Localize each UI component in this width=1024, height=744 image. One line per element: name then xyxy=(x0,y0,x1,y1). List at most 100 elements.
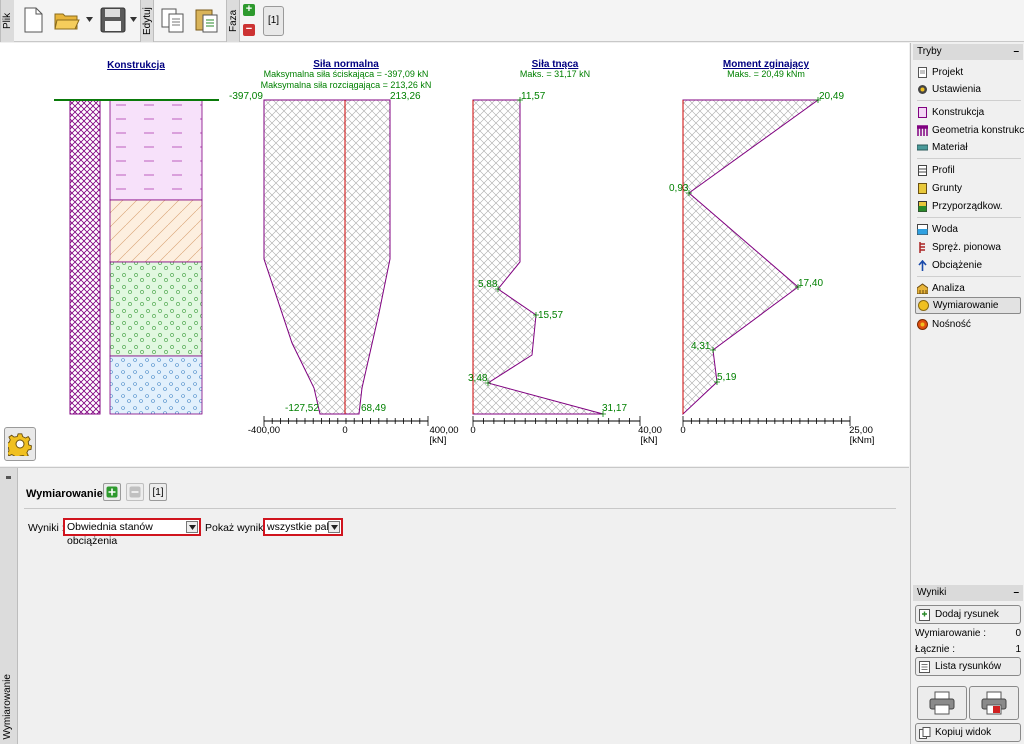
load-arrow-icon xyxy=(918,260,927,271)
dimensioning-tab-1[interactable]: [1] xyxy=(149,483,167,501)
print-pdf-button[interactable] xyxy=(969,686,1019,720)
show-results-select[interactable]: wszystkie pale xyxy=(263,518,343,536)
dimensioning-panel: Wymiarowanie Wymiarowanie : [1] Wyniki :… xyxy=(0,467,909,744)
normal-bottom-left-value: -127,52 xyxy=(285,403,319,414)
edit-menu-tab[interactable]: Edytuj xyxy=(140,0,154,42)
mode-label: Obciążenie xyxy=(932,260,983,271)
soil-layer-4 xyxy=(109,355,203,415)
moment-value-3: 17,40 xyxy=(798,278,823,289)
shear-value-5: 31,17 xyxy=(602,403,627,414)
mode-load[interactable]: Obciążenie xyxy=(917,257,1021,274)
mode-material[interactable]: Materiał xyxy=(917,139,1021,156)
remove-dimensioning-button[interactable] xyxy=(126,483,144,501)
material-icon xyxy=(917,144,928,151)
print-button[interactable] xyxy=(917,686,967,720)
mode-settings[interactable]: Ustawienia xyxy=(917,81,1021,98)
mode-project[interactable]: Projekt xyxy=(917,64,1021,81)
floppy-disk-icon xyxy=(100,7,126,33)
moment-value-5: 5,19 xyxy=(717,372,737,383)
normal-axis-min-label: -400,00 xyxy=(248,425,280,436)
add-dimensioning-button[interactable] xyxy=(103,483,121,501)
dimensioning-icon xyxy=(918,300,929,311)
bending-moment-axis xyxy=(682,416,851,426)
shear-value-3: 15,57 xyxy=(538,310,563,321)
normal-top-left-value: -397,09 xyxy=(229,91,263,102)
picture-list-button[interactable]: Lista rysunków xyxy=(915,657,1021,676)
construction-diagram: Konstrukcja xyxy=(54,60,219,415)
soil-layer-2 xyxy=(109,199,203,263)
results-label: Wyniki : xyxy=(28,522,65,534)
mode-label: Spręż. pionowa xyxy=(932,242,1001,253)
copy-data-button[interactable] xyxy=(158,4,188,36)
moment-value-1: 20,49 xyxy=(819,91,844,102)
results-select[interactable]: Obwiednia stanów obciążenia xyxy=(63,518,201,547)
results-header: Wyniki – xyxy=(913,585,1023,601)
open-file-button[interactable] xyxy=(52,4,82,36)
mode-label: Wymiarowanie xyxy=(933,300,999,311)
bending-moment-diagram: Moment zginający Maks. = 20,49 kNm 20,49… xyxy=(669,59,874,446)
mode-profile[interactable]: Profil xyxy=(917,162,1021,179)
lower-panel-side-label: Wymiarowanie xyxy=(2,673,13,739)
shear-value-1: 11,57 xyxy=(521,91,546,102)
minus-icon xyxy=(129,486,141,498)
mode-water[interactable]: Woda xyxy=(917,221,1021,238)
results-total-label: Łącznie : xyxy=(915,644,956,655)
copy-view-button[interactable]: Kopiuj widok xyxy=(915,723,1021,742)
file-menu-tab[interactable]: Plik xyxy=(0,0,14,42)
add-picture-label: Dodaj rysunek xyxy=(935,609,999,620)
spring-icon xyxy=(919,242,925,253)
collapse-handle[interactable] xyxy=(6,476,11,479)
mode-construction-geometry[interactable]: Geometria konstrukcji xyxy=(917,122,1024,139)
chevron-down-icon xyxy=(328,521,340,533)
normal-bottom-right-value: 68,49 xyxy=(361,403,386,414)
phase-menu-tab[interactable]: Faza xyxy=(226,0,240,42)
remove-phase-button[interactable]: − xyxy=(243,24,255,36)
mode-vertical-springs[interactable]: Spręż. pionowa xyxy=(917,239,1021,256)
add-picture-icon xyxy=(919,608,930,621)
soil-icon xyxy=(918,183,927,194)
shear-axis-unit: [kN] xyxy=(641,435,658,446)
collapse-icon[interactable]: – xyxy=(1013,585,1019,601)
add-phase-button[interactable]: + xyxy=(243,4,255,16)
profile-icon xyxy=(918,165,927,176)
copy-view-label: Kopiuj widok xyxy=(935,727,992,738)
save-dropdown-icon[interactable] xyxy=(130,17,137,22)
soil-layer-1 xyxy=(109,99,203,201)
printer-pdf-icon xyxy=(981,691,1007,715)
phase-1-tab[interactable]: [1] xyxy=(263,6,284,36)
soil-layer-3 xyxy=(109,261,203,357)
moment-axis-min-label: 0 xyxy=(680,425,685,436)
picture-list-icon xyxy=(919,660,930,673)
dimensioning-title: Wymiarowanie : xyxy=(26,488,110,500)
add-picture-button[interactable]: Dodaj rysunek xyxy=(915,605,1021,624)
show-results-select-value: wszystkie pale xyxy=(267,521,335,533)
normal-force-max-compression: Maksymalna siła ściskająca = -397,09 kN xyxy=(264,69,429,79)
results-drawing: Konstrukcja Siła normalna Maksymalna sił… xyxy=(54,59,874,446)
divider xyxy=(917,276,1021,277)
bearing-capacity-icon xyxy=(917,319,928,330)
drawing-area: Konstrukcja Siła normalna Maksymalna sił… xyxy=(0,43,909,466)
open-dropdown-icon[interactable] xyxy=(86,17,93,22)
mode-bearing-capacity[interactable]: Nośność xyxy=(917,316,1021,333)
mode-construction[interactable]: Konstrukcja xyxy=(917,104,1021,121)
divider xyxy=(24,508,896,509)
collapse-icon[interactable]: – xyxy=(1013,44,1019,60)
shear-value-2: 5,88 xyxy=(478,279,498,290)
mode-analysis[interactable]: Analiza xyxy=(917,280,1021,297)
document-icon xyxy=(918,67,927,78)
divider xyxy=(917,100,1021,101)
paste-data-button[interactable] xyxy=(192,4,222,36)
new-file-button[interactable] xyxy=(18,4,48,36)
mode-label: Przyporządkow. xyxy=(932,201,1003,212)
results-total-row: Łącznie : 1 xyxy=(915,644,1021,655)
mode-label: Profil xyxy=(932,165,955,176)
analysis-icon xyxy=(917,283,928,294)
normal-force-diagram: Siła normalna Maksymalna siła ściskająca… xyxy=(229,59,459,446)
save-button[interactable] xyxy=(98,4,128,36)
drawing-settings-button[interactable] xyxy=(4,427,36,461)
show-results-label: Pokaż wyniki : xyxy=(205,522,272,534)
mode-dimensioning[interactable]: Wymiarowanie xyxy=(915,297,1021,314)
mode-assignment[interactable]: Przyporządkow. xyxy=(917,198,1021,215)
geometry-icon xyxy=(917,125,928,136)
mode-soils[interactable]: Grunty xyxy=(917,180,1021,197)
